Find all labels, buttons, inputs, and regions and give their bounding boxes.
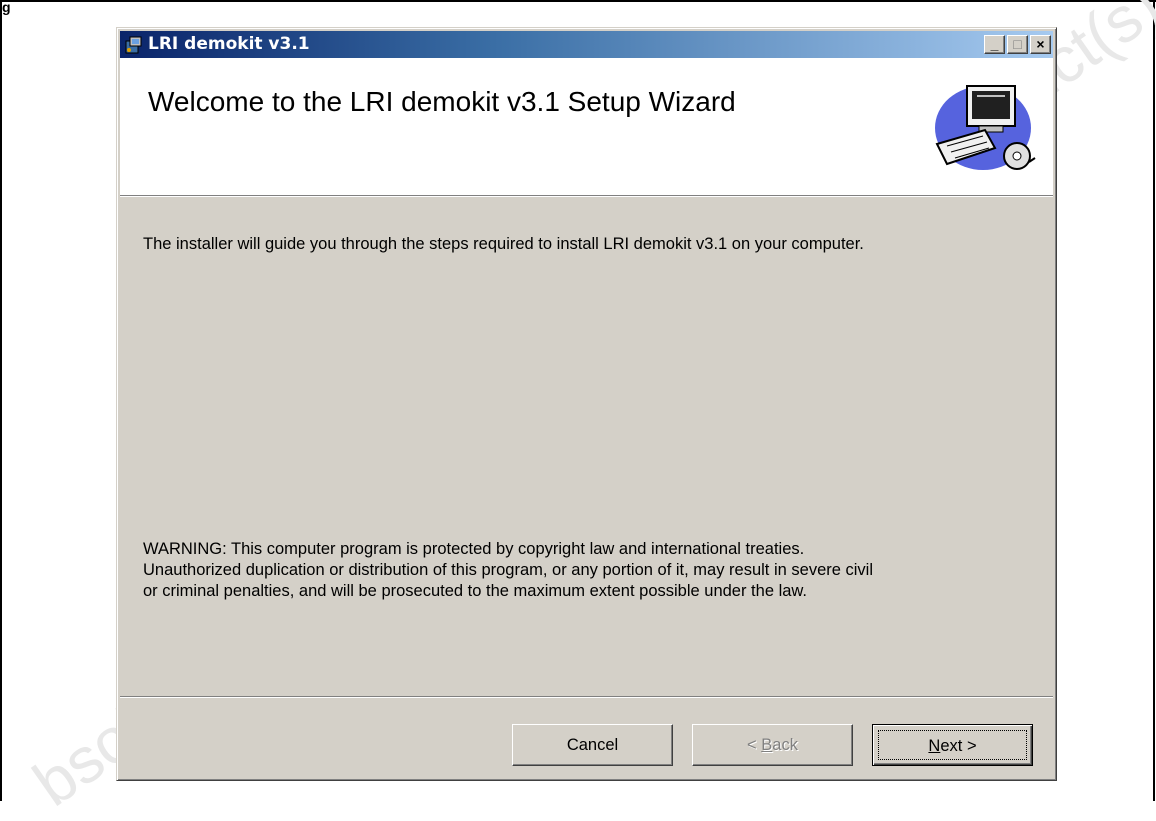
focus-rectangle: Next >: [878, 730, 1027, 760]
computer-setup-icon: [935, 85, 1036, 170]
close-button[interactable]: ×: [1030, 35, 1051, 54]
back-accelerator: B: [761, 736, 773, 754]
next-accelerator: N: [928, 737, 941, 755]
back-prefix: <: [747, 736, 762, 754]
figure-label: g: [2, 0, 11, 15]
next-label-rest: ext >: [940, 737, 977, 755]
window-title: LRI demokit v3.1: [148, 34, 310, 54]
warning-line-2: Unauthorized duplication or distribution…: [143, 561, 874, 579]
minimize-button[interactable]: _: [984, 35, 1005, 54]
warning-line-3: or criminal penalties, and will be prose…: [143, 582, 808, 600]
maximize-button[interactable]: □: [1007, 35, 1028, 54]
wizard-header: Welcome to the LRI demokit v3.1 Setup Wi…: [120, 58, 1053, 196]
welcome-title: Welcome to the LRI demokit v3.1 Setup Wi…: [148, 86, 736, 117]
page-frame-right-border: [1153, 0, 1155, 801]
back-label-rest: ack: [772, 736, 798, 754]
setup-wizard-window: LRI demokit v3.1 _ □ × Welcome to the LR…: [116, 27, 1057, 781]
cancel-button[interactable]: Cancel: [512, 724, 673, 766]
warning-line-1: WARNING: This computer program is protec…: [143, 540, 805, 558]
installer-icon: [125, 36, 142, 54]
next-button[interactable]: Next >: [872, 724, 1033, 766]
header-divider: [120, 196, 1053, 197]
intro-text: The installer will guide you through the…: [143, 235, 864, 253]
footer-divider: [120, 696, 1053, 698]
back-button[interactable]: < Back: [692, 724, 853, 766]
title-bar[interactable]: LRI demokit v3.1 _ □ ×: [120, 31, 1053, 58]
copyright-warning: WARNING: This computer program is protec…: [143, 539, 1043, 602]
